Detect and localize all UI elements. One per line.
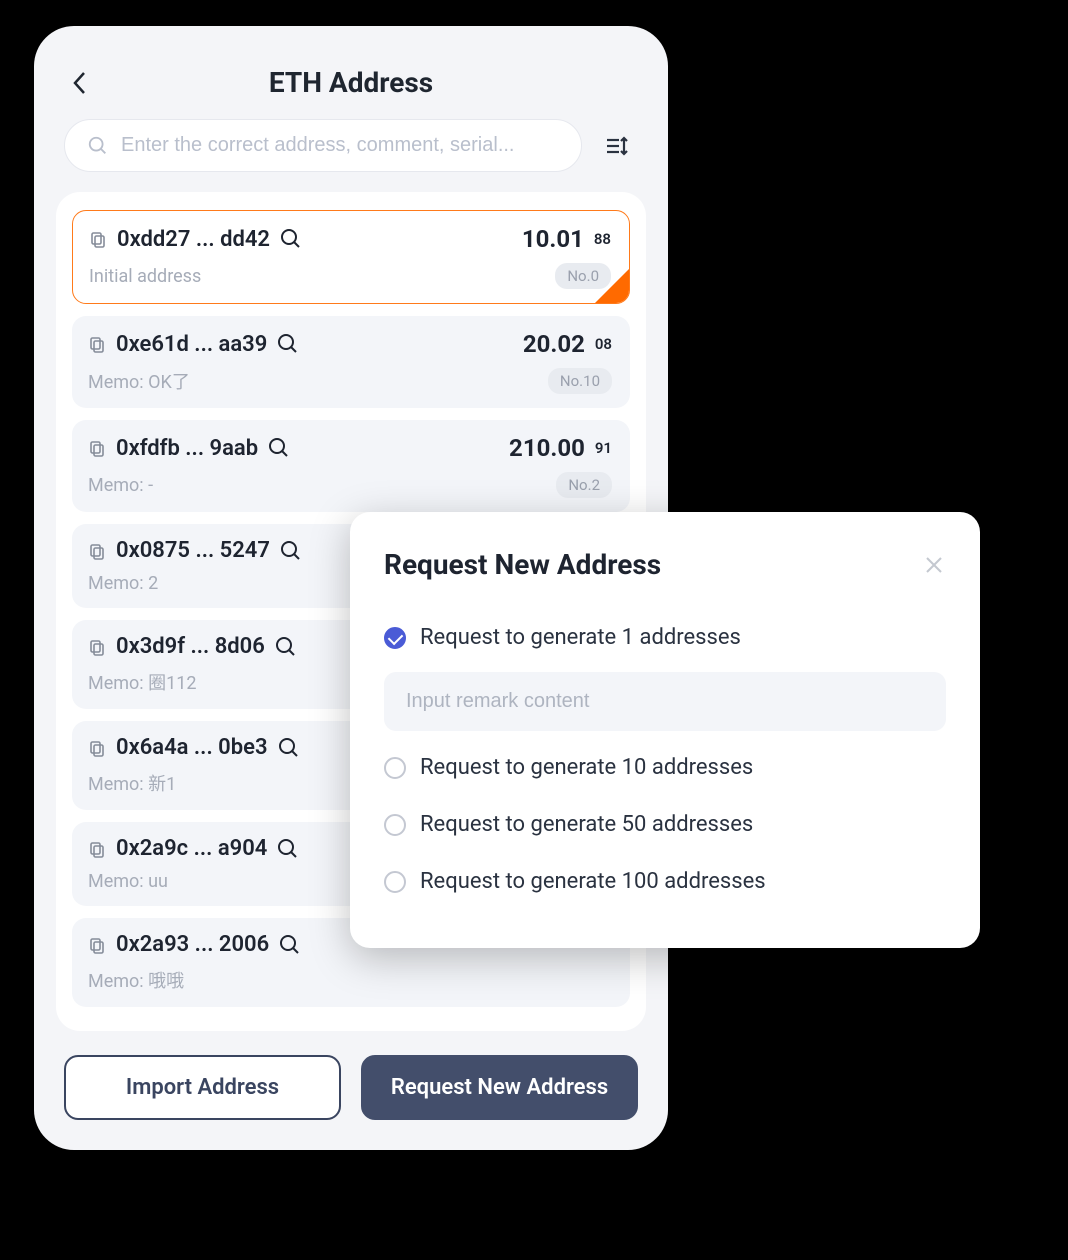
header: ETH Address <box>34 26 668 119</box>
serial-badge: No.10 <box>548 368 612 394</box>
radio-option[interactable]: Request to generate 100 addresses <box>384 853 946 910</box>
remark-input[interactable] <box>406 690 924 713</box>
address-row-main: 0xe61d ... aa39 20.02 08 <box>88 330 612 358</box>
copy-icon[interactable] <box>89 230 107 248</box>
memo-text: Memo: - <box>88 475 546 496</box>
magnify-icon[interactable] <box>278 737 300 759</box>
copy-icon[interactable] <box>88 638 106 656</box>
copy-icon[interactable] <box>88 936 106 954</box>
copy-icon[interactable] <box>88 739 106 757</box>
radio-checked-icon[interactable] <box>384 627 406 649</box>
balance-decimals: 91 <box>595 439 612 457</box>
balance: 10.01 <box>522 225 584 253</box>
footer: Import Address Request New Address <box>34 1031 668 1150</box>
memo-text: Initial address <box>89 266 545 287</box>
magnify-icon[interactable] <box>280 228 302 250</box>
sort-button[interactable] <box>598 126 638 166</box>
search-row <box>34 119 668 192</box>
magnify-icon[interactable] <box>277 333 299 355</box>
close-button[interactable] <box>922 553 946 577</box>
balance-decimals: 88 <box>594 230 611 248</box>
address-row-sub: Memo: - No.2 <box>88 472 612 498</box>
balance: 20.02 <box>523 330 585 358</box>
radio-option[interactable]: Request to generate 1 addresses <box>384 609 946 666</box>
search-field[interactable] <box>64 119 582 172</box>
request-new-address-button[interactable]: Request New Address <box>361 1055 638 1120</box>
address-short: 0xfdfb ... 9aab <box>116 436 258 461</box>
radio-icon[interactable] <box>384 814 406 836</box>
radio-label: Request to generate 50 addresses <box>420 812 753 837</box>
address-short: 0xe61d ... aa39 <box>116 332 267 357</box>
magnify-icon[interactable] <box>279 934 301 956</box>
back-button[interactable] <box>64 68 94 98</box>
address-short: 0x6a4a ... 0be3 <box>116 735 268 760</box>
address-short: 0x2a9c ... a904 <box>116 836 267 861</box>
modal-header: Request New Address <box>384 548 946 581</box>
memo-text: Memo: OK了 <box>88 368 538 394</box>
magnify-icon[interactable] <box>280 540 302 562</box>
address-row-sub: Memo: OK了 No.10 <box>88 368 612 394</box>
radio-icon[interactable] <box>384 757 406 779</box>
copy-icon[interactable] <box>88 439 106 457</box>
remark-field[interactable] <box>384 672 946 731</box>
request-new-address-modal: Request New Address Request to generate … <box>350 512 980 948</box>
radio-option[interactable]: Request to generate 50 addresses <box>384 796 946 853</box>
address-card[interactable]: 0xe61d ... aa39 20.02 08 Memo: OK了 No.10 <box>72 316 630 408</box>
address-row-main: 0xfdfb ... 9aab 210.00 91 <box>88 434 612 462</box>
address-short: 0x2a93 ... 2006 <box>116 932 269 957</box>
address-short: 0x0875 ... 5247 <box>116 538 270 563</box>
page-title: ETH Address <box>94 66 608 99</box>
magnify-icon[interactable] <box>277 838 299 860</box>
copy-icon[interactable] <box>88 335 106 353</box>
balance-decimals: 08 <box>595 335 612 353</box>
copy-icon[interactable] <box>88 840 106 858</box>
copy-icon[interactable] <box>88 542 106 560</box>
close-icon <box>922 553 946 577</box>
magnify-icon[interactable] <box>268 437 290 459</box>
radio-label: Request to generate 10 addresses <box>420 755 753 780</box>
import-address-button[interactable]: Import Address <box>64 1055 341 1120</box>
serial-badge: No.2 <box>556 472 612 498</box>
magnify-icon[interactable] <box>275 636 297 658</box>
address-row-main: 0xdd27 ... dd42 10.01 88 <box>89 225 611 253</box>
radio-label: Request to generate 100 addresses <box>420 869 766 894</box>
balance: 210.00 <box>509 434 585 462</box>
sort-icon <box>604 132 632 160</box>
radio-label: Request to generate 1 addresses <box>420 625 741 650</box>
address-card[interactable]: 0xfdfb ... 9aab 210.00 91 Memo: - No.2 <box>72 420 630 512</box>
address-short: 0xdd27 ... dd42 <box>117 227 270 252</box>
radio-option[interactable]: Request to generate 10 addresses <box>384 739 946 796</box>
radio-icon[interactable] <box>384 871 406 893</box>
search-input[interactable] <box>121 134 559 157</box>
selected-corner-icon <box>595 269 629 303</box>
memo-text: Memo: 哦哦 <box>88 967 612 993</box>
address-card[interactable]: 0xdd27 ... dd42 10.01 88 Initial addressNo.… <box>72 210 630 304</box>
chevron-left-icon <box>72 71 86 95</box>
address-row-sub: Initial addressNo.0 <box>89 263 611 289</box>
search-icon <box>87 135 109 157</box>
address-short: 0x3d9f ... 8d06 <box>116 634 265 659</box>
modal-title: Request New Address <box>384 548 922 581</box>
address-row-sub: Memo: 哦哦 <box>88 967 612 993</box>
